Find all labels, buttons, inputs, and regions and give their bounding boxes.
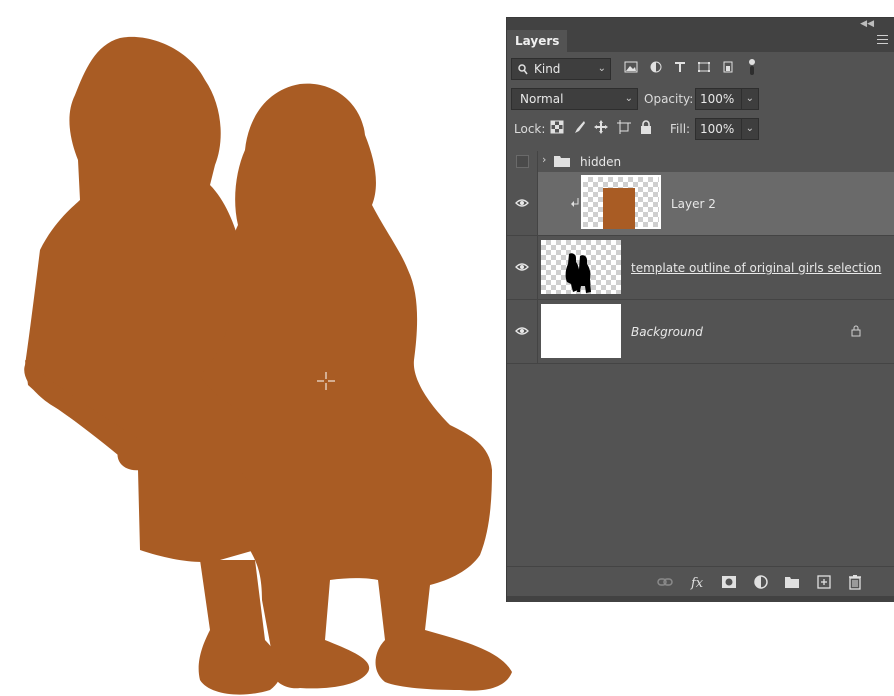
toggle-filter-icon[interactable] (747, 58, 757, 76)
layer-2-thumbnail[interactable] (581, 175, 661, 229)
eye-icon[interactable] (515, 198, 529, 208)
lock-all-icon[interactable] (639, 120, 653, 134)
visibility-toggle[interactable] (507, 236, 538, 299)
thumbnail-fill (603, 188, 635, 229)
opacity-value: 100% (700, 92, 735, 106)
lock-image-icon[interactable] (572, 120, 586, 134)
layers-panel: ◀◀ Layers Kind ⌄ Normal ⌄ Opacity: 100% (506, 17, 894, 602)
opacity-field[interactable]: 100% ⌄ (695, 88, 759, 110)
visibility-toggle[interactable] (507, 151, 538, 172)
adjustment-filter-icon[interactable] (649, 61, 663, 73)
opacity-label: Opacity: (644, 92, 694, 106)
lock-transparent-icon[interactable] (550, 120, 564, 134)
mini-silhouette-icon (565, 253, 591, 293)
lock-label: Lock: (514, 122, 546, 136)
panel-resize-grip[interactable] (507, 596, 894, 602)
chevron-down-icon: ⌄ (597, 63, 606, 74)
lock-artboard-icon[interactable] (617, 120, 631, 134)
background-thumbnail[interactable] (541, 304, 621, 358)
template-thumbnail[interactable] (541, 240, 621, 294)
layer-name[interactable]: Background (631, 324, 703, 340)
layer-name[interactable]: template outline of original girls selec… (631, 260, 881, 276)
new-layer-icon[interactable] (816, 574, 832, 590)
layer-row-background[interactable]: Background (507, 300, 894, 364)
shape-filter-icon[interactable] (697, 61, 711, 73)
visibility-toggle[interactable] (507, 172, 538, 235)
tab-layers[interactable]: Layers (507, 30, 568, 52)
svg-text:fx: fx (690, 576, 704, 590)
visibility-toggle[interactable] (507, 300, 538, 363)
eye-icon[interactable] (515, 326, 529, 336)
layer-row-hidden[interactable]: › hidden (507, 151, 894, 173)
chevron-down-icon: ⌄ (745, 123, 754, 134)
layers-bottom-bar: fx (507, 566, 894, 597)
kind-filter-select[interactable]: Kind ⌄ (511, 58, 611, 80)
image-filter-icon[interactable] (624, 61, 638, 73)
hidden-visibility-box[interactable] (516, 155, 529, 168)
layer-name[interactable]: hidden (580, 154, 621, 170)
collapse-panel-icon[interactable]: ◀◀ (860, 18, 874, 30)
delete-layer-icon[interactable] (847, 574, 863, 590)
fx-icon[interactable]: fx (690, 574, 706, 590)
new-group-icon[interactable] (784, 574, 800, 590)
expand-chevron-icon[interactable]: › (542, 153, 546, 166)
lock-icon (851, 325, 861, 337)
layers-list: › hidden Layer 2 template outline of ori… (507, 151, 894, 566)
panel-title-bar[interactable]: ◀◀ (507, 18, 894, 30)
panel-tab-row: Layers (507, 30, 894, 52)
panel-menu-icon[interactable] (877, 35, 888, 45)
lock-position-icon[interactable] (594, 120, 608, 134)
adjustment-layer-icon[interactable] (753, 574, 769, 590)
fill-field[interactable]: 100% ⌄ (695, 118, 759, 140)
lock-row: Lock: Fill: 100% ⌄ (507, 116, 894, 142)
chevron-down-icon: ⌄ (745, 93, 754, 104)
blend-row: Normal ⌄ Opacity: 100% ⌄ (507, 86, 894, 112)
fill-label: Fill: (670, 122, 691, 136)
crosshair-cursor-icon (317, 372, 335, 390)
layer-row-layer-2[interactable]: Layer 2 (507, 172, 894, 236)
clipping-arrow-icon (571, 198, 579, 207)
fill-value: 100% (700, 122, 735, 136)
kind-label: Kind (534, 62, 561, 76)
layer-row-template[interactable]: template outline of original girls selec… (507, 236, 894, 300)
chevron-down-icon: ⌄ (624, 93, 633, 104)
folder-icon (554, 156, 570, 167)
type-filter-icon[interactable] (673, 61, 687, 73)
layer-name[interactable]: Layer 2 (671, 196, 716, 212)
blend-mode-select[interactable]: Normal ⌄ (511, 88, 638, 110)
smart-object-filter-icon[interactable] (721, 61, 735, 73)
link-layers-icon[interactable] (657, 574, 673, 590)
eye-icon[interactable] (515, 262, 529, 272)
filter-row: Kind ⌄ (507, 56, 894, 82)
add-mask-icon[interactable] (721, 574, 737, 590)
blend-mode-value: Normal (520, 92, 564, 106)
search-icon (518, 64, 528, 75)
